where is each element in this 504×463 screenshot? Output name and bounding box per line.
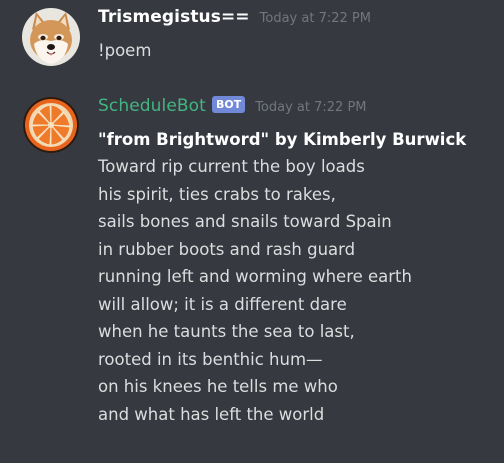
message-content: "from Brightword" by Kimberly Burwick To… — [98, 126, 466, 428]
poem-line: will allow; it is a different dare — [98, 294, 347, 314]
timestamp: Today at 7:22 PM — [259, 11, 371, 26]
message-header: ScheduleBot BOT Today at 7:22 PM — [98, 96, 367, 116]
orange-slice-avatar-icon[interactable] — [22, 96, 80, 154]
username[interactable]: ScheduleBot — [98, 96, 206, 116]
poem-line: in rubber boots and rash guard — [98, 239, 356, 259]
chat-messages: Trismegistus== Today at 7:22 PM !poem Sc… — [0, 0, 504, 463]
message-header: Trismegistus== Today at 7:22 PM — [98, 7, 371, 27]
poem-line: running left and worming where earth — [98, 267, 412, 286]
poem-line: his spirit, ties crabs to rakes, — [98, 184, 336, 204]
bot-tag-badge: BOT — [211, 96, 246, 113]
shiba-dog-avatar-icon[interactable] — [22, 8, 80, 66]
poem-line: rooted in its benthic hum— — [98, 349, 323, 369]
timestamp: Today at 7:22 PM — [255, 100, 367, 115]
message-text: !poem — [98, 41, 152, 60]
poem-line: Toward rip current the boy loads — [98, 157, 365, 176]
username[interactable]: Trismegistus== — [98, 7, 250, 27]
poem-line: when he taunts the sea to last, — [98, 322, 355, 341]
poem-line: and what has left the world — [98, 404, 325, 424]
poem-title: "from Brightword" by Kimberly Burwick — [98, 130, 467, 149]
poem-line: sails bones and snails toward Spain — [98, 212, 392, 231]
message-content: !poem — [98, 39, 151, 63]
poem-line: on his knees he tells me who — [98, 377, 338, 396]
